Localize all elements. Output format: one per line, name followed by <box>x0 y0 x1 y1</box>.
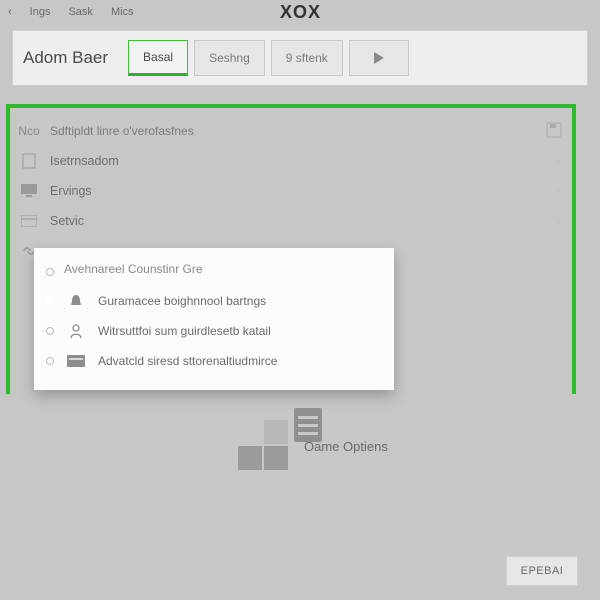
tiles-icon <box>238 420 290 472</box>
chevron-right-icon: › <box>557 156 560 167</box>
document-icon <box>18 153 40 169</box>
popup-item[interactable]: Guramacee boighnnool bartngs <box>46 286 382 316</box>
chevron-right-icon: › <box>557 216 560 227</box>
list-row-label: Sdftipldt linre o'verofasfnes <box>50 124 194 138</box>
list-row[interactable]: Setvic › <box>18 206 568 236</box>
popup-title: Avehnareel Counstinr Gre <box>64 258 209 286</box>
center-options-label: Oame Optiens <box>304 439 388 454</box>
popup-item-label: Advatcld siresd sttorenaltiudmirce <box>98 354 277 368</box>
card-icon <box>66 352 86 370</box>
radio-icon <box>46 268 54 276</box>
radio-icon <box>46 297 54 305</box>
top-nav: ‹ Ings Sask Mics XOX <box>0 0 600 24</box>
top-nav-item[interactable]: Sask <box>68 6 92 18</box>
settings-list: Nco Sdftipldt linre o'verofasfnes Isetrn… <box>18 116 568 266</box>
popup-item-label: Witrsuttfoi sum guirdlesetb katail <box>98 324 271 338</box>
list-row-label: Setvic <box>50 214 84 228</box>
popup-item[interactable]: Advatcld siresd sttorenaltiudmirce <box>46 346 382 376</box>
top-nav-item[interactable]: Ings <box>30 6 51 18</box>
app-logo: XOX <box>280 2 321 23</box>
tab-seshng[interactable]: Seshng <box>194 40 265 76</box>
tab-next-button[interactable] <box>349 40 409 76</box>
list-row[interactable]: Isetrnsadom › <box>18 146 568 176</box>
chevron-right-icon: › <box>557 186 560 197</box>
top-nav-item[interactable]: Mics <box>111 6 134 18</box>
header-bar: Adom Baer Basal Seshng 9 sftenk <box>12 30 588 86</box>
center-options[interactable]: Oame Optiens <box>238 420 388 472</box>
person-icon <box>66 322 86 340</box>
tab-sftenk[interactable]: 9 sftenk <box>271 40 343 76</box>
popup-item-label: Guramacee boighnnool bartngs <box>98 294 266 308</box>
popup-item[interactable]: Witrsuttfoi sum guirdlesetb katail <box>46 316 382 346</box>
bell-icon <box>66 292 86 310</box>
list-row-label: Isetrnsadom <box>50 154 119 168</box>
radio-icon <box>46 327 54 335</box>
radio-icon <box>46 357 54 365</box>
section-title: Adom Baer <box>23 48 108 68</box>
list-row[interactable]: Ervings › <box>18 176 568 206</box>
list-header: Nco Sdftipldt linre o'verofasfnes <box>18 116 568 146</box>
monitor-icon <box>18 184 40 198</box>
tab-basal[interactable]: Basal <box>128 40 188 76</box>
save-icon[interactable] <box>546 122 562 141</box>
footer-primary-button[interactable]: EPEBAI <box>506 556 578 586</box>
list-row-label: Ervings <box>50 184 92 198</box>
submenu-popup: Avehnareel Counstinr Gre Guramacee boigh… <box>34 248 394 390</box>
nav-back-icon[interactable]: ‹ <box>8 6 12 18</box>
list-header-label: Nco <box>18 124 40 138</box>
panel-icon <box>18 215 40 227</box>
